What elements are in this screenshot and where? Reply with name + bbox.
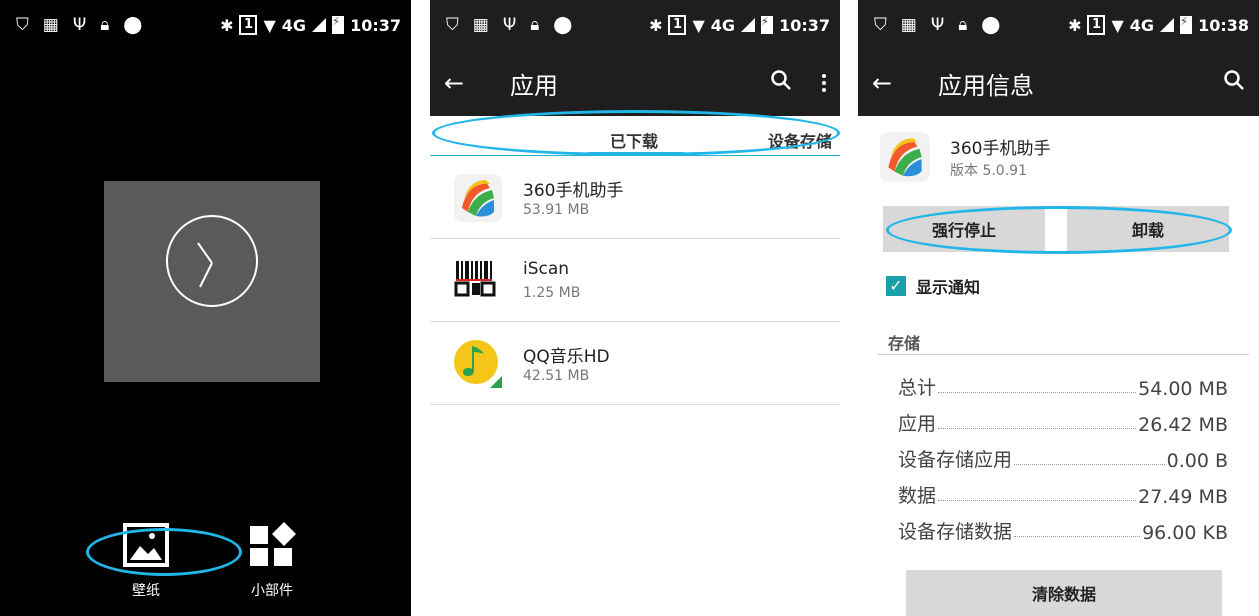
battery-icon [332,15,345,34]
apps-list-panel: ⛉ ▦ Ψ 🔒︎ ⬤ ✱ 1 ▼ 4G 10:37 ← 应用 已下载 设备存储 [430,0,840,616]
usb-icon: Ψ [930,15,945,35]
storage-section-title: 存储 [888,334,921,353]
widgets-label: 小部件 [251,583,293,599]
wifi-icon: ▼ [263,15,276,35]
storage-list: 总计 54.00 MB 应用 26.42 MB 设备存储应用 0.00 B 数据 27.… [898,364,1228,544]
lock-icon: 🔒︎ [100,15,110,35]
wallpaper-icon [123,523,169,567]
signal-icon [741,18,756,32]
list-item[interactable]: iScan 1.25 MB [430,239,840,322]
clock-icon [166,215,258,307]
list-item[interactable]: QQ音乐HD 42.51 MB [430,322,840,405]
checkbox-icon[interactable]: ✓ [886,276,906,296]
bluetooth-icon: ✱ [220,15,234,35]
back-arrow-icon[interactable]: ← [872,69,916,97]
shield-icon: ⛉ [16,15,29,35]
app-header: 360手机助手 版本 5.0.91 [858,116,1259,198]
lock-icon: 🔒︎ [530,15,540,35]
status-bar: ⛉ ▦ Ψ 🔒︎ ⬤ ✱ 1 ▼ 4G 10:37 [430,0,840,50]
widgets-option[interactable]: 小部件 [248,522,296,600]
app-360-icon [880,132,930,182]
android-icon: ⬤ [553,15,573,35]
signal-icon [1160,18,1175,32]
app-bar: ← 应用信息 [858,50,1259,116]
storage-row: 总计 54.00 MB [898,377,1228,400]
network-type: 4G [281,15,307,35]
app-size: 42.51 MB [523,368,590,384]
sim-icon: 1 [668,15,687,35]
app-name: 360手机助手 [523,181,624,201]
network-type: 4G [1129,15,1155,35]
show-notifications-label: 显示通知 [916,278,981,297]
signal-icon [312,18,327,32]
status-time: 10:38 [1198,15,1249,35]
shield-icon: ⛉ [874,15,887,35]
show-notifications-toggle[interactable]: ✓ 显示通知 [886,274,980,298]
usb-icon: Ψ [72,15,87,35]
list-item[interactable]: 360手机助手 53.91 MB [430,156,840,239]
qqmusic-icon [454,340,502,388]
status-time: 10:37 [779,15,830,35]
bluetooth-icon: ✱ [1068,15,1082,35]
app-name: iScan [523,259,570,279]
app-bar: ← 应用 [430,50,840,116]
app-version: 版本 5.0.91 [950,163,1027,179]
barcode-icon: ▦ [472,15,489,35]
usb-icon: Ψ [502,15,517,35]
barcode-icon: ▦ [900,15,917,35]
search-icon[interactable] [770,69,792,97]
page-title: 应用 [510,71,558,100]
lock-icon: 🔒︎ [958,15,968,35]
bluetooth-icon: ✱ [649,15,663,35]
app-name: QQ音乐HD [523,347,610,367]
wifi-icon: ▼ [692,15,705,35]
shield-icon: ⛉ [446,15,459,35]
android-icon: ⬤ [123,15,143,35]
storage-row: 设备存储数据 96.00 KB [898,521,1228,544]
tab-bar: 已下载 设备存储 [430,116,840,156]
wallpaper-label: 壁纸 [132,583,160,599]
storage-row: 设备存储应用 0.00 B [898,449,1228,472]
page-title: 应用信息 [938,71,1034,100]
sim-icon: 1 [1087,15,1106,35]
app-360-icon [454,174,502,222]
widgets-icon [250,522,296,566]
status-time: 10:37 [350,15,401,35]
app-size: 1.25 MB [523,285,581,301]
battery-icon [761,15,774,34]
storage-row: 应用 26.42 MB [898,413,1228,436]
clear-data-button[interactable]: 清除数据 [906,570,1222,616]
app-name: 360手机助手 [950,139,1051,159]
clock-widget-preview[interactable] [104,181,320,382]
status-bar: ⛉ ▦ Ψ 🔒︎ ⬤ ✱ 1 ▼ 4G 10:37 [0,0,411,50]
status-bar: ⛉ ▦ Ψ 🔒︎ ⬤ ✱ 1 ▼ 4G 10:38 [858,0,1259,50]
more-vert-icon[interactable] [822,74,826,92]
sim-icon: 1 [239,15,258,35]
iscan-icon [454,261,496,297]
tab-device-storage[interactable]: 设备存储 [768,128,832,152]
tab-downloaded[interactable]: 已下载 [610,128,658,152]
storage-row: 数据 27.49 MB [898,485,1228,508]
network-type: 4G [710,15,736,35]
uninstall-button[interactable]: 卸载 [1067,206,1229,252]
force-stop-button[interactable]: 强行停止 [883,206,1045,252]
wallpaper-option[interactable]: 壁纸 [122,522,170,600]
wifi-icon: ▼ [1111,15,1124,35]
back-arrow-icon[interactable]: ← [444,69,488,97]
app-size: 53.91 MB [523,202,590,218]
home-screen-panel: ⛉ ▦ Ψ 🔒︎ ⬤ ✱ 1 ▼ 4G 10:37 [0,0,411,616]
battery-icon [1180,15,1193,34]
android-icon: ⬤ [981,15,1001,35]
app-info-panel: ⛉ ▦ Ψ 🔒︎ ⬤ ✱ 1 ▼ 4G 10:38 ← 应用信息 [858,0,1259,616]
search-icon[interactable] [1223,69,1245,97]
barcode-icon: ▦ [42,15,59,35]
